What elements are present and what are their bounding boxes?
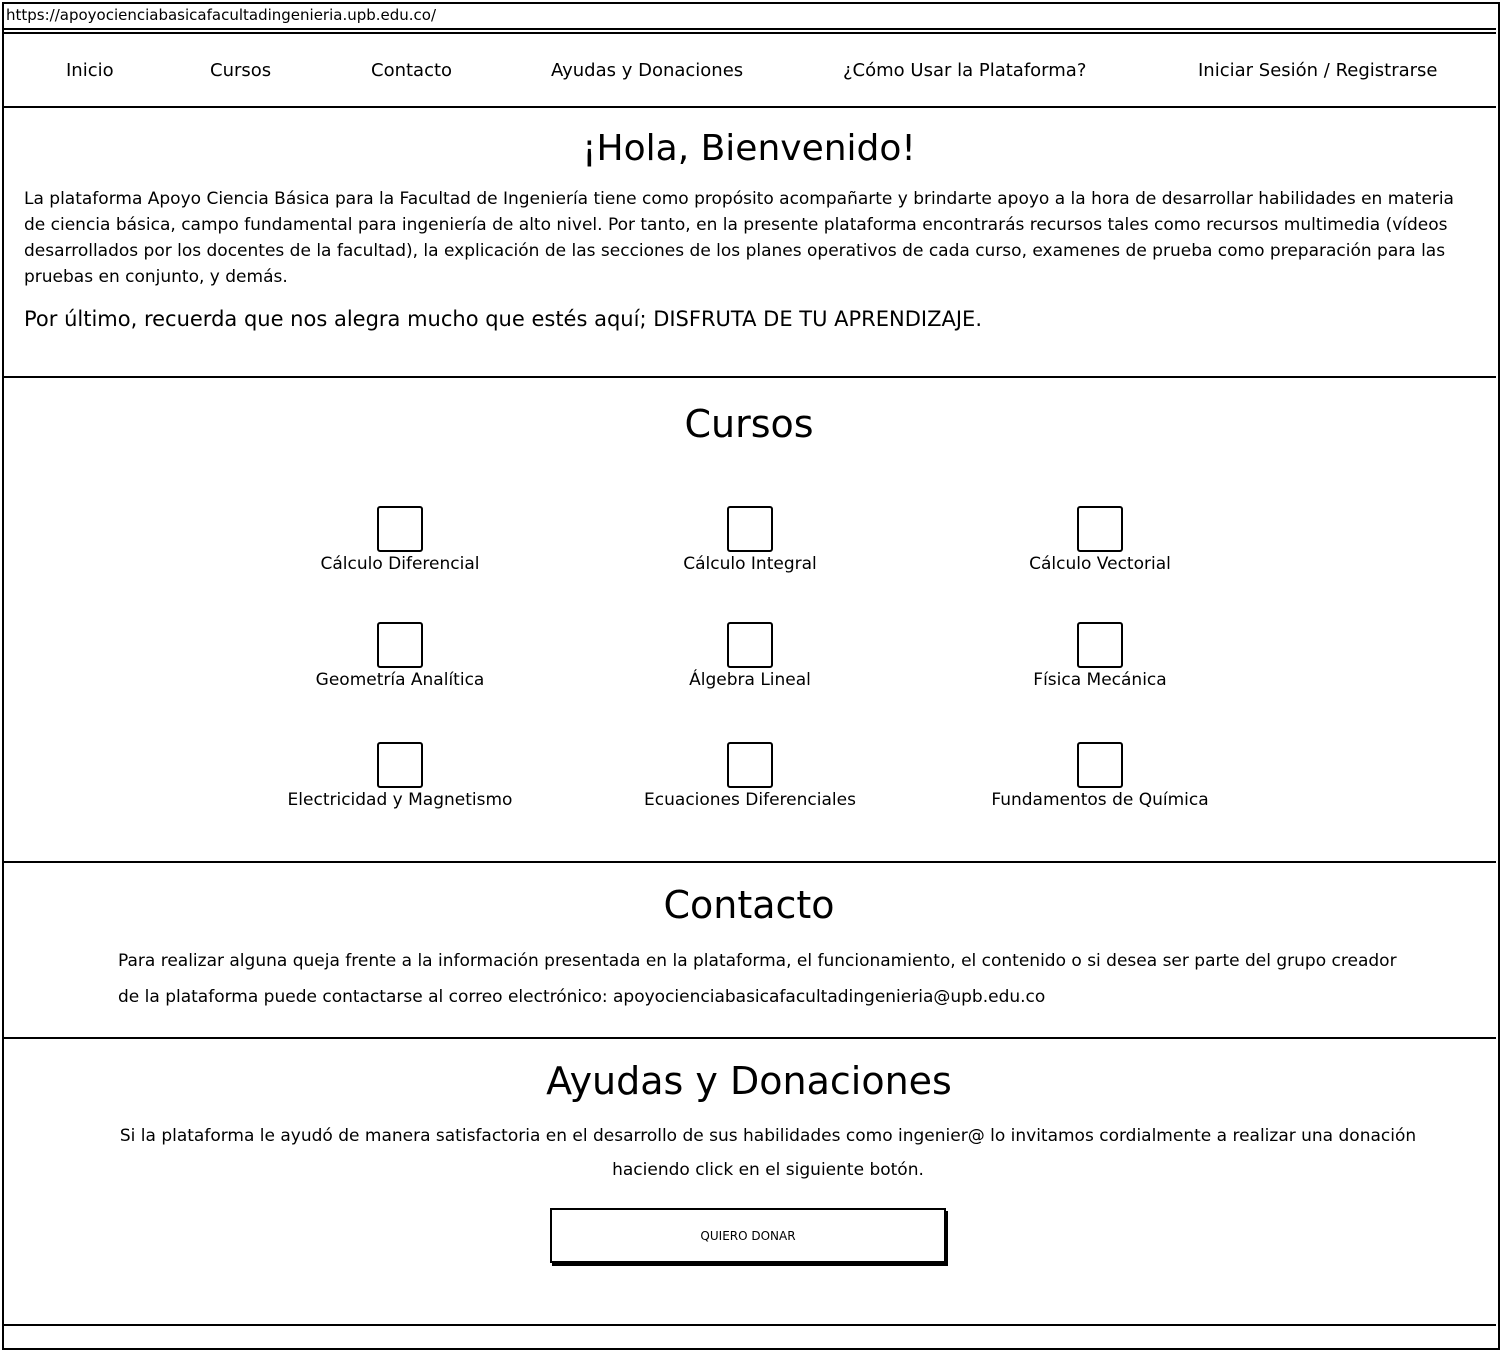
course-calculo-diferencial[interactable]: Cálculo Diferencial — [250, 506, 550, 574]
course-icon[interactable] — [727, 506, 773, 552]
course-label[interactable]: Electricidad y Magnetismo — [250, 790, 550, 810]
nav-item-inicio[interactable]: Inicio — [66, 60, 114, 81]
nav-item-login-register[interactable]: Iniciar Sesión / Registrarse — [1198, 60, 1438, 81]
course-label[interactable]: Cálculo Vectorial — [950, 554, 1250, 574]
course-calculo-vectorial[interactable]: Cálculo Vectorial — [950, 506, 1250, 574]
course-icon[interactable] — [1077, 506, 1123, 552]
course-calculo-integral[interactable]: Cálculo Integral — [600, 506, 900, 574]
course-icon[interactable] — [377, 742, 423, 788]
donations-text: Si la plataforma le ayudó de manera sati… — [119, 1126, 1417, 1180]
address-bar[interactable]: https://apoyocienciabasicafacultadingeni… — [2, 2, 1496, 30]
course-label[interactable]: Álgebra Lineal — [600, 670, 900, 690]
nav-item-contacto[interactable]: Contacto — [371, 60, 452, 81]
welcome-closing: Por último, recuerda que nos alegra much… — [24, 307, 983, 331]
course-label[interactable]: Ecuaciones Diferenciales — [600, 790, 900, 810]
course-icon[interactable] — [727, 622, 773, 668]
donations-title: Ayudas y Donaciones — [546, 1059, 952, 1103]
course-ecuaciones-diferenciales[interactable]: Ecuaciones Diferenciales — [600, 742, 900, 810]
course-algebra-lineal[interactable]: Álgebra Lineal — [600, 622, 900, 690]
nav-item-cursos[interactable]: Cursos — [210, 60, 271, 81]
course-fisica-mecanica[interactable]: Física Mecánica — [950, 622, 1250, 690]
nav-item-como-usar[interactable]: ¿Cómo Usar la Plataforma? — [843, 60, 1086, 81]
donations-section: Ayudas y Donaciones Si la plataforma le … — [2, 1039, 1496, 1326]
contact-title: Contacto — [663, 883, 835, 927]
welcome-text: La plataforma Apoyo Ciencia Básica para … — [24, 189, 1454, 287]
course-label[interactable]: Física Mecánica — [950, 670, 1250, 690]
course-icon[interactable] — [727, 742, 773, 788]
course-icon[interactable] — [1077, 742, 1123, 788]
course-icon[interactable] — [377, 622, 423, 668]
course-label[interactable]: Cálculo Diferencial — [250, 554, 550, 574]
url-text[interactable]: https://apoyocienciabasicafacultadingeni… — [6, 6, 436, 24]
course-electricidad-magnetismo[interactable]: Electricidad y Magnetismo — [250, 742, 550, 810]
course-label[interactable]: Fundamentos de Química — [950, 790, 1250, 810]
courses-title: Cursos — [684, 402, 814, 446]
course-label[interactable]: Cálculo Integral — [600, 554, 900, 574]
course-label[interactable]: Geometría Analítica — [250, 670, 550, 690]
welcome-section: ¡Hola, Bienvenido! La plataforma Apoyo C… — [2, 110, 1496, 378]
contact-section: Contacto Para realizar alguna queja fren… — [2, 863, 1496, 1039]
courses-section: Cursos Cálculo Diferencial Cálculo Integ… — [2, 378, 1496, 863]
welcome-title: ¡Hola, Bienvenido! — [582, 128, 916, 169]
course-fundamentos-quimica[interactable]: Fundamentos de Química — [950, 742, 1250, 810]
main-navigation: Inicio Cursos Contacto Ayudas y Donacion… — [2, 32, 1496, 108]
course-icon[interactable] — [1077, 622, 1123, 668]
course-icon[interactable] — [377, 506, 423, 552]
course-geometria-analitica[interactable]: Geometría Analítica — [250, 622, 550, 690]
nav-item-ayudas-donaciones[interactable]: Ayudas y Donaciones — [551, 60, 743, 81]
contact-text: Para realizar alguna queja frente a la i… — [118, 951, 1397, 1007]
donate-button[interactable]: QUIERO DONAR — [550, 1208, 946, 1263]
